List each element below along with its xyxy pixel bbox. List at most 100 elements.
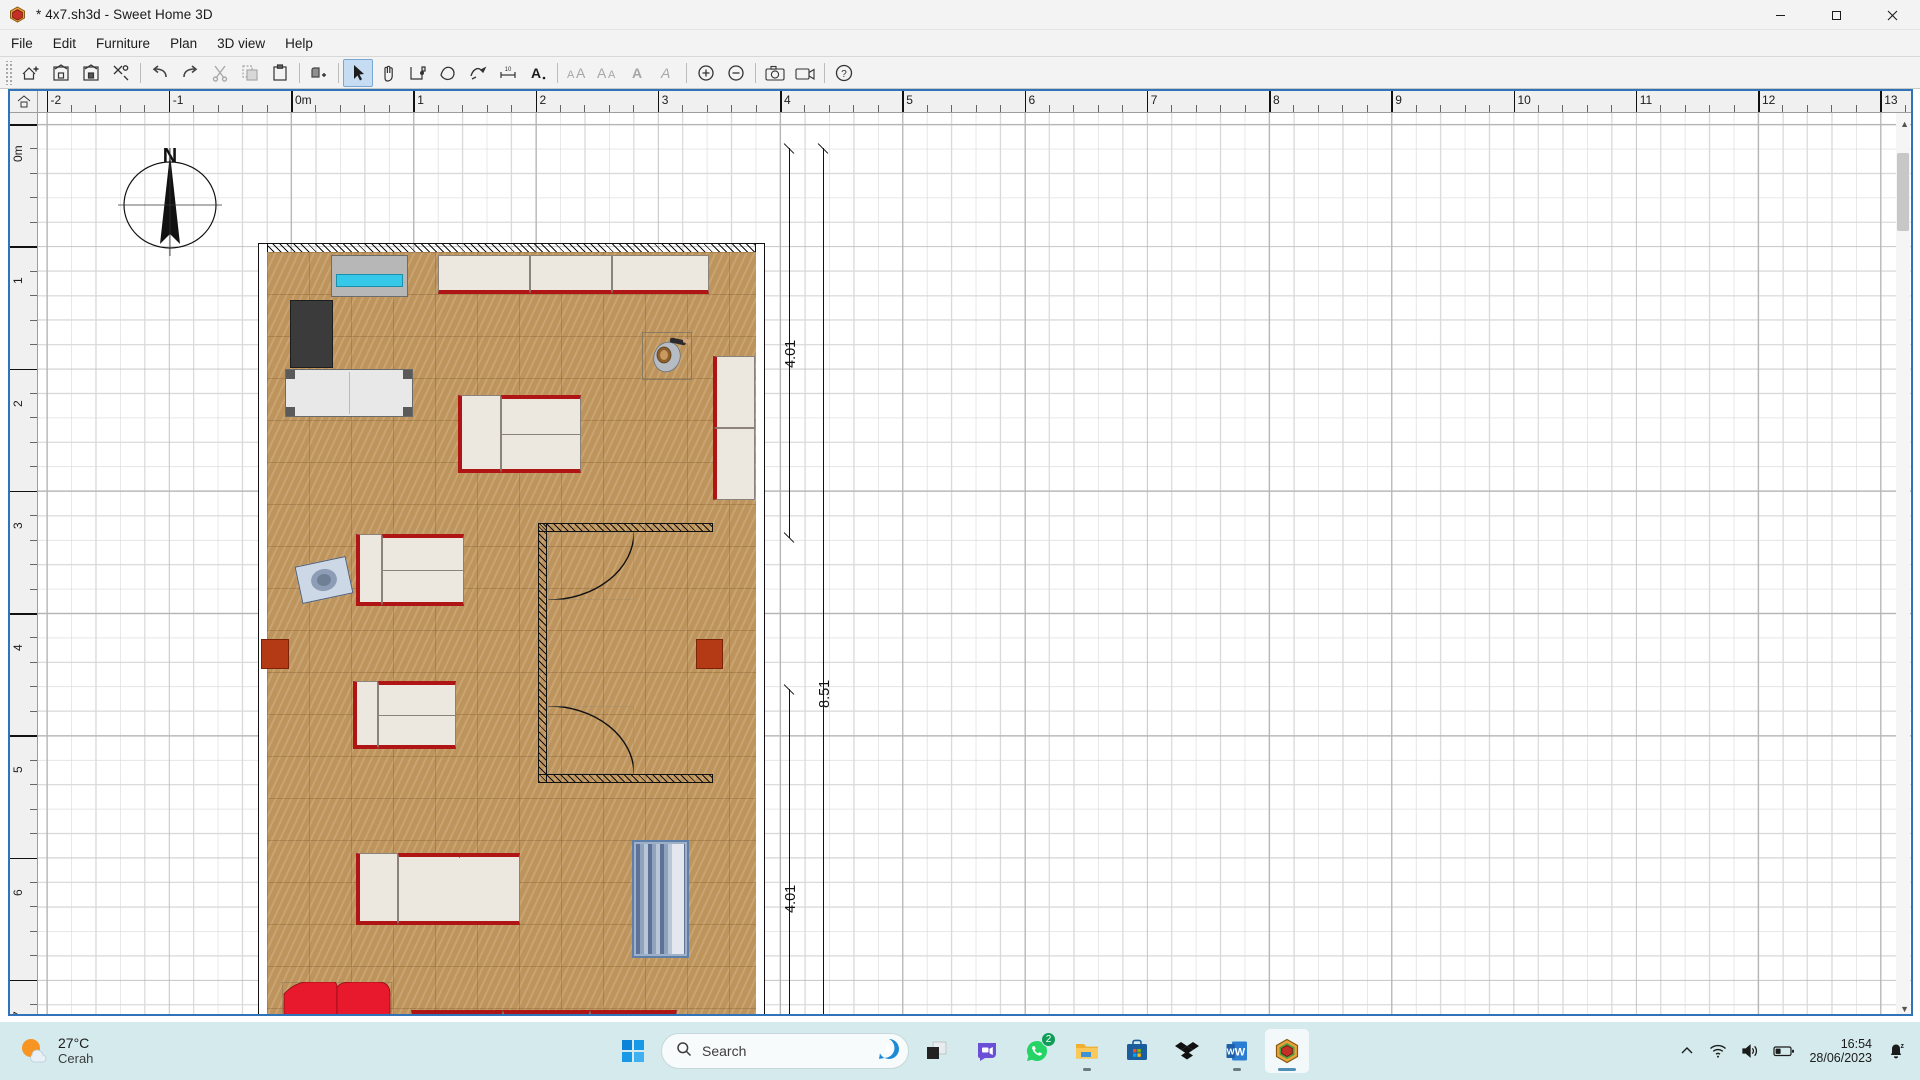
door-upper[interactable] [547, 531, 635, 601]
bed-top-2[interactable] [530, 255, 612, 294]
paste-icon[interactable] [265, 59, 295, 87]
speaker-icon[interactable] [1741, 1043, 1759, 1059]
window-left[interactable] [261, 639, 289, 669]
television[interactable] [290, 300, 333, 368]
door-lower[interactable] [547, 705, 635, 775]
open-home-icon[interactable] [46, 59, 76, 87]
copy-icon[interactable] [235, 59, 265, 87]
decrease-text-size-icon[interactable]: A A [592, 59, 622, 87]
taskbar-app-task-view[interactable] [915, 1029, 959, 1073]
add-furniture-icon[interactable] [304, 59, 334, 87]
interior-wall-top[interactable] [538, 523, 713, 532]
sofa-red[interactable] [281, 981, 393, 1014]
search-input[interactable]: Search [661, 1033, 909, 1069]
plan-vertical-scrollbar[interactable] [1896, 113, 1910, 1014]
taskbar-app-file-explorer[interactable] [1065, 1029, 1109, 1073]
dimension-total-line[interactable] [823, 148, 824, 1014]
bathtub[interactable] [331, 255, 408, 297]
bed-right-1[interactable] [713, 356, 755, 428]
close-button[interactable] [1864, 0, 1920, 30]
bed-right-2[interactable] [713, 428, 755, 500]
increase-text-size-icon[interactable]: A A [562, 59, 592, 87]
bed-bottom-2[interactable] [411, 1010, 503, 1014]
minimize-button[interactable] [1752, 0, 1808, 30]
toggle-bold-icon[interactable]: A [622, 59, 652, 87]
weather-widget[interactable]: 27°C Cerah [18, 1034, 93, 1069]
bed-lower-pillow[interactable] [353, 681, 378, 749]
bell-dnd-icon[interactable]: z [1886, 1041, 1906, 1061]
create-walls-icon[interactable] [403, 59, 433, 87]
bing-chat-icon[interactable] [878, 1038, 900, 1065]
save-home-icon[interactable] [76, 59, 106, 87]
create-rooms-icon[interactable] [433, 59, 463, 87]
select-mode-icon[interactable] [343, 58, 373, 87]
bed-center-1[interactable] [501, 395, 581, 473]
scroll-down-arrow[interactable]: ▼ [1900, 1004, 1909, 1014]
toolbar: 10 A A A A A A A ? [0, 57, 1920, 89]
menu-furniture[interactable]: Furniture [87, 33, 159, 54]
bed-lower-1[interactable] [378, 681, 456, 749]
dimension-bottom-line[interactable] [789, 689, 790, 1014]
scroll-up-arrow[interactable]: ▲ [1900, 119, 1909, 129]
bed-bottom-3[interactable] [503, 1010, 590, 1014]
bed-top-1[interactable] [438, 255, 530, 294]
bed-left-pillow[interactable] [356, 534, 382, 606]
interior-room[interactable] [538, 523, 713, 783]
plan-canvas[interactable]: N 4.01 4.01 8.51 [38, 113, 1911, 1014]
home-plan[interactable] [258, 243, 765, 1014]
battery-icon[interactable] [1773, 1044, 1795, 1058]
person-figure[interactable] [642, 332, 692, 380]
menu-plan[interactable]: Plan [161, 33, 206, 54]
hruler-minor-tick [1342, 105, 1344, 112]
taskbar-app-microsoft-store[interactable] [1115, 1029, 1159, 1073]
horizontal-ruler[interactable]: -2-10m12345678910111213141516 [38, 91, 1911, 113]
menu-3d-view[interactable]: 3D view [208, 33, 274, 54]
bed-left-1[interactable] [382, 534, 464, 606]
create-video-icon[interactable] [790, 59, 820, 87]
help-icon[interactable]: ? [829, 59, 859, 87]
menu-help[interactable]: Help [276, 33, 322, 54]
bed-top-3[interactable] [612, 255, 709, 294]
zoom-in-icon[interactable] [691, 59, 721, 87]
scrollbar-thumb[interactable] [1897, 153, 1909, 231]
start-button[interactable] [611, 1029, 655, 1073]
hruler-tick [1024, 91, 1027, 112]
zoom-out-icon[interactable] [721, 59, 751, 87]
preferences-icon[interactable] [106, 59, 136, 87]
taskbar-clock[interactable]: 16:54 28/06/2023 [1809, 1037, 1872, 1066]
taskbar-app-teams[interactable] [965, 1029, 1009, 1073]
menu-edit[interactable]: Edit [44, 33, 85, 54]
window-right[interactable] [696, 639, 723, 669]
ruler-unit-button[interactable] [10, 91, 38, 113]
taskbar-app-whatsapp[interactable]: 2 [1015, 1029, 1059, 1073]
taskbar-app-dropbox[interactable] [1165, 1029, 1209, 1073]
cut-icon[interactable] [205, 59, 235, 87]
create-polylines-icon[interactable] [463, 59, 493, 87]
new-home-icon[interactable] [16, 59, 46, 87]
show-hidden-icons-icon[interactable] [1679, 1043, 1695, 1059]
redo-icon[interactable] [175, 59, 205, 87]
menu-file[interactable]: File [2, 33, 42, 54]
create-photo-icon[interactable] [760, 59, 790, 87]
create-dimensions-icon[interactable]: 10 [493, 59, 523, 87]
add-text-icon[interactable]: A [523, 59, 553, 87]
bed-bottom-1[interactable] [398, 853, 520, 925]
wall-right[interactable] [755, 243, 765, 1014]
interior-wall-bottom[interactable] [538, 774, 713, 783]
bed-bottom-pillow[interactable] [356, 853, 398, 925]
maximize-button[interactable] [1808, 0, 1864, 30]
toggle-italic-icon[interactable]: A [652, 59, 682, 87]
bed-bottom-4[interactable] [590, 1010, 677, 1014]
sideboard[interactable] [285, 369, 413, 417]
wifi-icon[interactable] [1709, 1043, 1727, 1059]
taskbar-app-sweet-home-3d[interactable] [1265, 1029, 1309, 1073]
pan-mode-icon[interactable] [373, 59, 403, 87]
undo-icon[interactable] [145, 59, 175, 87]
compass-rose[interactable]: N [116, 140, 224, 258]
interior-wall-left[interactable] [538, 523, 547, 783]
vertical-ruler[interactable]: 0m12345678 [10, 113, 38, 1014]
toolbar-drag-handle[interactable] [4, 60, 13, 85]
taskbar-app-word[interactable]: W W [1215, 1029, 1259, 1073]
bed-center-pillow[interactable] [458, 395, 501, 473]
wardrobe-blue[interactable] [632, 840, 689, 958]
